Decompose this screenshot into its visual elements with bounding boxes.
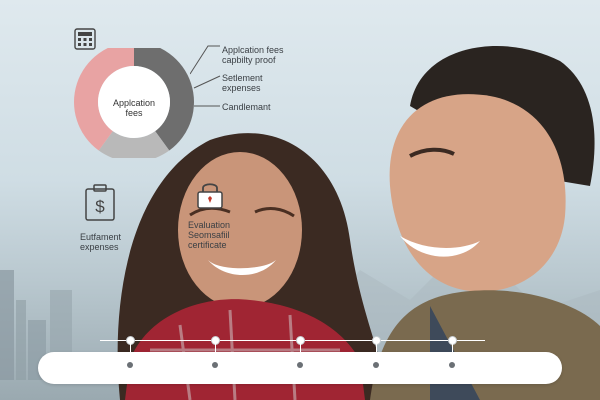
calculator-icon <box>74 28 96 50</box>
man-figure <box>370 46 600 400</box>
timeline-stem <box>376 344 377 354</box>
receipt-dollar-icon: $ <box>85 184 115 221</box>
label-text: expenses <box>222 83 261 93</box>
hero-scene: Applcation fees Applcation fees capbilty… <box>0 0 600 400</box>
label-application-fees: Applcation fees capbilty proof <box>222 45 284 65</box>
label-candidate: Candlemant <box>222 102 271 112</box>
label-text: Evaluation <box>188 220 231 230</box>
label-evaluation-certificate: Evaluation Seomsafiil certificate <box>188 220 230 250</box>
timeline-line <box>100 340 485 341</box>
timeline-stem <box>215 344 216 354</box>
timeline-stem <box>130 344 131 354</box>
label-text: Applcation fees <box>222 45 284 55</box>
svg-text:$: $ <box>95 197 105 216</box>
label-settlement-expenses: Setlement expenses <box>222 73 263 93</box>
timeline-dot[interactable] <box>127 362 133 368</box>
timeline-stem <box>452 344 453 354</box>
pie-center-label: Applcation fees <box>112 98 156 118</box>
label-text: capbilty proof <box>222 55 276 65</box>
label-text: expenses <box>80 242 119 252</box>
timeline-dot[interactable] <box>297 362 303 368</box>
timeline-dot[interactable] <box>449 362 455 368</box>
label-text: Seomsafiil <box>188 230 230 240</box>
timeline-dot[interactable] <box>373 362 379 368</box>
label-entitlement-expenses: Eutfament expenses <box>80 232 121 252</box>
label-text: certificate <box>188 240 227 250</box>
label-text: Setlement <box>222 73 263 83</box>
lock-certificate-icon <box>197 183 223 209</box>
timeline-bar[interactable] <box>38 352 562 384</box>
label-text: Eutfament <box>80 232 122 242</box>
timeline-dot[interactable] <box>212 362 218 368</box>
timeline-stem <box>300 344 301 354</box>
